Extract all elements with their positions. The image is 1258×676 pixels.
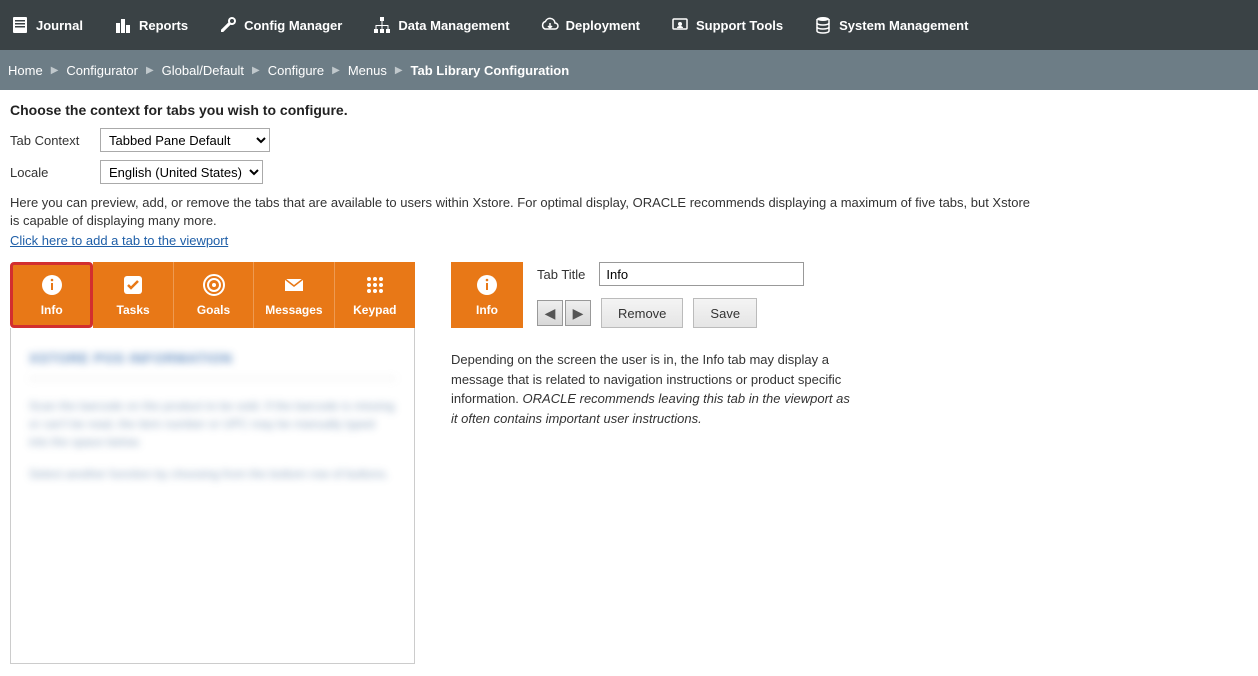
breadcrumb-link[interactable]: Configurator — [66, 63, 138, 78]
locale-label: Locale — [10, 165, 90, 180]
main-content: Choose the context for tabs you wish to … — [0, 90, 1258, 676]
breadcrumb: Home ▶ Configurator ▶ Global/Default ▶ C… — [0, 50, 1258, 90]
chevron-right-icon: ▶ — [146, 65, 154, 76]
locale-select[interactable]: English (United States) — [100, 160, 263, 184]
tab-keypad[interactable]: Keypad — [335, 262, 415, 328]
page-instruction: Choose the context for tabs you wish to … — [10, 102, 1248, 118]
help-text: Here you can preview, add, or remove the… — [10, 194, 1040, 230]
chevron-right-icon: ▶ — [51, 65, 59, 76]
editor-column: Info Tab Title ◀ ▶ — [451, 262, 891, 428]
nav-deployment[interactable]: Deployment — [540, 15, 640, 35]
breadcrumb-link[interactable]: Home — [8, 63, 43, 78]
top-nav: Journal Reports Config Manager Data Mana… — [0, 0, 1258, 50]
preview-divider — [29, 378, 396, 379]
nav-label: Data Management — [398, 18, 509, 33]
chevron-right-icon: ▶ — [573, 305, 584, 322]
nav-journal[interactable]: Journal — [10, 15, 83, 35]
tab-label: Keypad — [353, 303, 396, 317]
tab-context-label: Tab Context — [10, 133, 90, 148]
wrench-icon — [218, 15, 238, 35]
journal-icon — [10, 15, 30, 35]
breadcrumb-link[interactable]: Menus — [348, 63, 387, 78]
move-left-button[interactable]: ◀ — [537, 300, 563, 326]
chevron-right-icon: ▶ — [332, 65, 340, 76]
chevron-right-icon: ▶ — [395, 65, 403, 76]
support-icon — [670, 15, 690, 35]
tab-messages[interactable]: Messages — [254, 262, 334, 328]
nav-reports[interactable]: Reports — [113, 15, 188, 35]
hierarchy-icon — [372, 15, 392, 35]
chevron-right-icon: ▶ — [252, 65, 260, 76]
nav-config-manager[interactable]: Config Manager — [218, 15, 342, 35]
tab-context-row: Tab Context Tabbed Pane Default — [10, 128, 1248, 152]
database-icon — [813, 15, 833, 35]
move-right-button[interactable]: ▶ — [565, 300, 591, 326]
tab-label: Messages — [265, 303, 322, 317]
tab-title-label: Tab Title — [537, 267, 585, 282]
nav-label: Journal — [36, 18, 83, 33]
tab-context-select[interactable]: Tabbed Pane Default — [100, 128, 270, 152]
breadcrumb-link[interactable]: Global/Default — [162, 63, 244, 78]
locale-row: Locale English (United States) — [10, 160, 1248, 184]
preview-title: XSTORE POS INFORMATION — [29, 350, 396, 366]
target-icon — [202, 273, 226, 297]
tab-info[interactable]: Info — [10, 262, 93, 328]
tab-description: Depending on the screen the user is in, … — [451, 350, 851, 428]
nav-label: Support Tools — [696, 18, 783, 33]
selected-tab-indicator: Info — [451, 262, 523, 328]
selected-tab-label: Info — [476, 303, 498, 317]
breadcrumb-link[interactable]: Configure — [268, 63, 324, 78]
breadcrumb-current: Tab Library Configuration — [411, 63, 570, 78]
checkbox-icon — [121, 273, 145, 297]
preview-pane: XSTORE POS INFORMATION Scan the barcode … — [10, 328, 415, 664]
tab-goals[interactable]: Goals — [174, 262, 254, 328]
nav-label: Reports — [139, 18, 188, 33]
cloud-download-icon — [540, 15, 560, 35]
add-tab-link[interactable]: Click here to add a tab to the viewport — [10, 233, 228, 248]
info-icon — [40, 273, 64, 297]
remove-button[interactable]: Remove — [601, 298, 683, 328]
tabs-strip: Info Tasks Goals Messages Keypad — [10, 262, 415, 328]
nav-label: Deployment — [566, 18, 640, 33]
preview-body: Scan the barcode on the product to be so… — [29, 397, 396, 483]
info-icon — [475, 273, 499, 297]
nav-label: Config Manager — [244, 18, 342, 33]
nav-system-management[interactable]: System Management — [813, 15, 968, 35]
reports-icon — [113, 15, 133, 35]
envelope-icon — [282, 273, 306, 297]
tab-label: Info — [41, 303, 63, 317]
nav-label: System Management — [839, 18, 968, 33]
preview-column: Info Tasks Goals Messages Keypad — [10, 262, 415, 664]
tab-tasks[interactable]: Tasks — [93, 262, 173, 328]
keypad-icon — [363, 273, 387, 297]
tab-title-input[interactable] — [599, 262, 804, 286]
tab-label: Tasks — [117, 303, 150, 317]
tab-label: Goals — [197, 303, 230, 317]
chevron-left-icon: ◀ — [545, 305, 556, 322]
save-button[interactable]: Save — [693, 298, 757, 328]
nav-support-tools[interactable]: Support Tools — [670, 15, 783, 35]
nav-data-management[interactable]: Data Management — [372, 15, 509, 35]
